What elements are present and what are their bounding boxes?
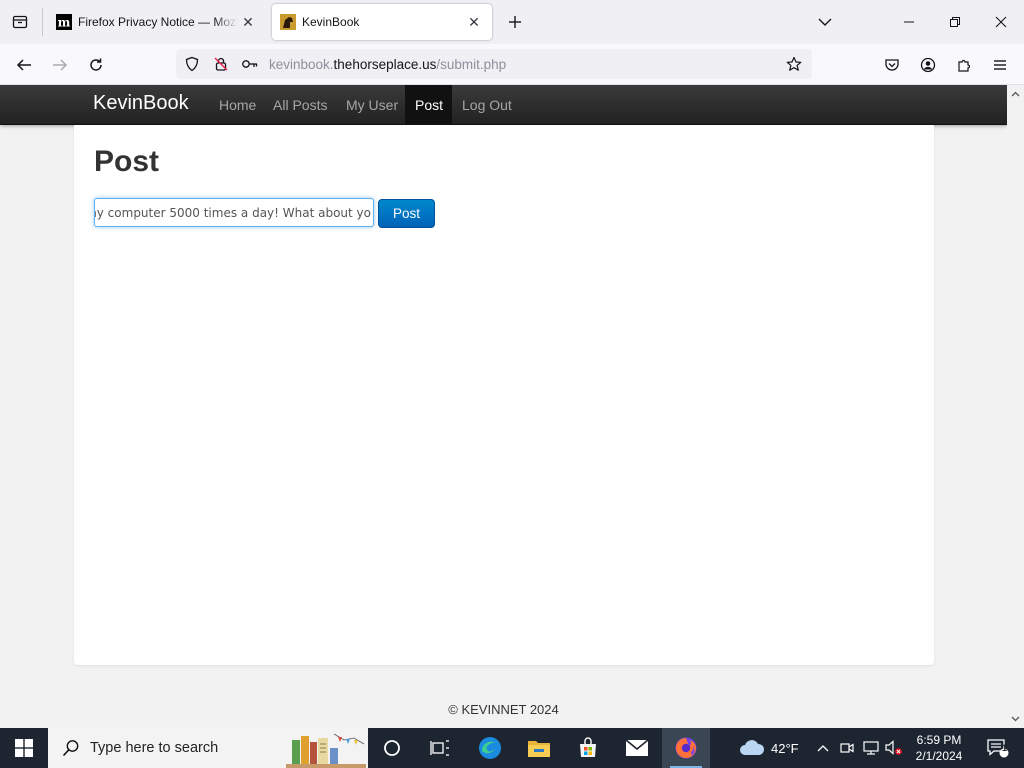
url-text: kevinbook.thehorseplace.us/submit.php (269, 56, 507, 72)
meet-now-icon[interactable] (838, 728, 856, 768)
restore-window-icon[interactable] (932, 0, 978, 44)
tab-firefox-privacy[interactable]: m Firefox Privacy Notice — Mozilla ✕ (48, 4, 266, 40)
windows-start-icon[interactable] (0, 728, 48, 768)
browser-toolbar: kevinbook.thehorseplace.us/submit.php (0, 44, 1024, 85)
page-scrollbar[interactable] (1007, 85, 1024, 728)
pocket-icon[interactable] (877, 50, 907, 80)
page-title: Post (94, 145, 160, 178)
show-hidden-icons-chevron-icon[interactable] (814, 728, 832, 768)
volume-muted-icon[interactable] (884, 728, 904, 768)
file-explorer-icon[interactable] (515, 728, 563, 768)
url-host: thehorseplace.us (333, 56, 437, 72)
site-navbar: KevinBook Home All Posts My User Post Lo… (0, 85, 1007, 125)
hamburger-menu-icon[interactable] (985, 50, 1015, 80)
scroll-down-arrow-icon[interactable] (1007, 712, 1024, 726)
tab-title: KevinBook (302, 15, 360, 29)
notifications-icon[interactable]: 1 (978, 728, 1018, 768)
network-icon[interactable] (861, 728, 881, 768)
search-highlight-art-icon (286, 728, 366, 768)
search-placeholder: Type here to search (90, 740, 219, 756)
post-text-input[interactable]: my computer 5000 times a day! What about… (94, 198, 374, 227)
browser-tab-strip: m Firefox Privacy Notice — Mozilla ✕ Kev… (0, 0, 1024, 44)
permissions-key-icon[interactable] (237, 51, 263, 77)
task-view-icon[interactable] (416, 728, 464, 768)
edge-browser-icon[interactable] (466, 728, 514, 768)
post-input-value: my computer 5000 times a day! What about… (94, 205, 371, 220)
nav-link-log-out[interactable]: Log Out (452, 85, 522, 125)
list-all-tabs-chevron-icon[interactable] (814, 12, 836, 32)
site-brand[interactable]: KevinBook (93, 92, 189, 115)
mozilla-m-icon: m (56, 14, 72, 30)
reload-icon[interactable] (81, 50, 111, 80)
tab-kevinbook[interactable]: KevinBook ✕ (272, 4, 492, 40)
address-bar[interactable]: kevinbook.thehorseplace.us/submit.php (176, 49, 812, 79)
minimize-icon[interactable] (886, 0, 932, 44)
taskbar-search-box[interactable]: Type here to search (48, 728, 368, 768)
nav-link-all-posts[interactable]: All Posts (263, 85, 337, 125)
svg-text:m: m (58, 16, 71, 30)
clock-date: 2/1/2024 (915, 749, 963, 763)
nav-link-home[interactable]: Home (209, 85, 266, 125)
horse-icon (280, 14, 296, 30)
close-window-icon[interactable] (978, 0, 1024, 44)
insecure-lock-icon[interactable] (208, 51, 234, 77)
weather-cloud-icon[interactable] (736, 728, 768, 768)
search-magnifier-icon (62, 739, 80, 757)
extensions-puzzle-icon[interactable] (949, 50, 979, 80)
mail-envelope-icon[interactable] (613, 728, 661, 768)
notification-count: 1 (1002, 743, 1008, 753)
tracking-shield-icon[interactable] (179, 51, 205, 77)
nav-link-my-user[interactable]: My User (336, 85, 408, 125)
account-icon[interactable] (913, 50, 943, 80)
firefox-taskbar-icon[interactable] (662, 728, 710, 768)
clock-time: 6:59 PM (916, 733, 962, 747)
new-tab-plus-icon[interactable] (503, 9, 527, 35)
taskbar-clock[interactable]: 6:59 PM 2/1/2024 (904, 732, 974, 764)
scroll-up-arrow-icon[interactable] (1007, 87, 1024, 101)
tab-list-icon[interactable] (4, 6, 36, 38)
tab-title: Firefox Privacy Notice — Mozilla (78, 15, 238, 29)
bookmark-star-icon[interactable] (782, 52, 806, 76)
tab-separator (42, 8, 43, 36)
weather-temperature[interactable]: 42°F (771, 741, 799, 756)
windows-taskbar: Type here to search 42°F 6:59 PM 2/1/202… (0, 728, 1024, 768)
post-submit-button[interactable]: Post (378, 199, 435, 228)
close-tab-icon[interactable]: ✕ (238, 12, 258, 32)
site-footer: © KEVINNET 2024 (448, 702, 559, 717)
cortana-circle-icon[interactable] (368, 728, 416, 768)
close-tab-icon[interactable]: ✕ (464, 12, 484, 32)
page-viewport: KevinBook Home All Posts My User Post Lo… (0, 85, 1007, 728)
nav-link-post[interactable]: Post (405, 85, 452, 125)
forward-arrow-icon[interactable] (45, 50, 75, 80)
back-arrow-icon[interactable] (9, 50, 39, 80)
microsoft-store-icon[interactable] (564, 728, 612, 768)
content-container: Post my computer 5000 times a day! What … (74, 125, 934, 665)
